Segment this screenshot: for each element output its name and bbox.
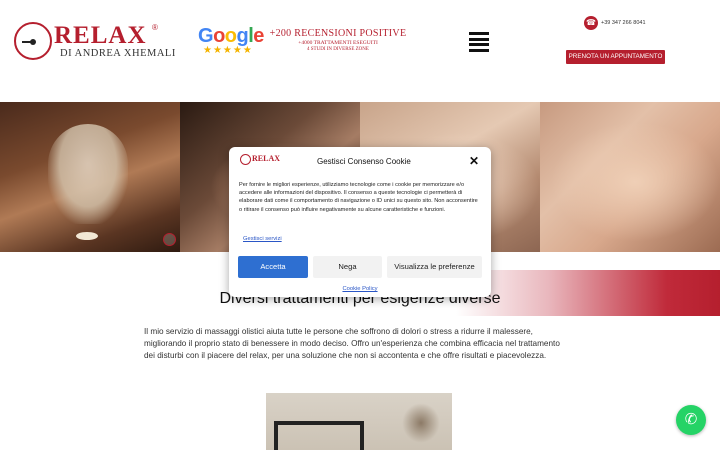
dialog-title: Gestisci Consenso Cookie xyxy=(317,157,411,166)
view-preferences-button[interactable]: Visualizza le preferenze xyxy=(387,256,482,278)
cookie-consent-dialog: RELAX Gestisci Consenso Cookie ✕ Per for… xyxy=(229,147,491,297)
logo-ring-icon xyxy=(240,154,251,165)
modal-logo: RELAX xyxy=(240,154,288,166)
dialog-message: Per fornire le migliori esperienze, util… xyxy=(239,182,478,213)
accept-button[interactable]: Accetta xyxy=(238,256,308,278)
modal-logo-word: RELAX xyxy=(252,154,281,163)
deny-button[interactable]: Nega xyxy=(313,256,382,278)
cookie-policy-link[interactable]: Cookie Policy xyxy=(229,286,491,292)
manage-services-link[interactable]: Gestisci servizi xyxy=(243,236,282,242)
page: RELAX ® DI ANDREA XHEMALI Google ★★★★★ +… xyxy=(0,0,720,450)
close-icon[interactable]: ✕ xyxy=(469,154,479,168)
